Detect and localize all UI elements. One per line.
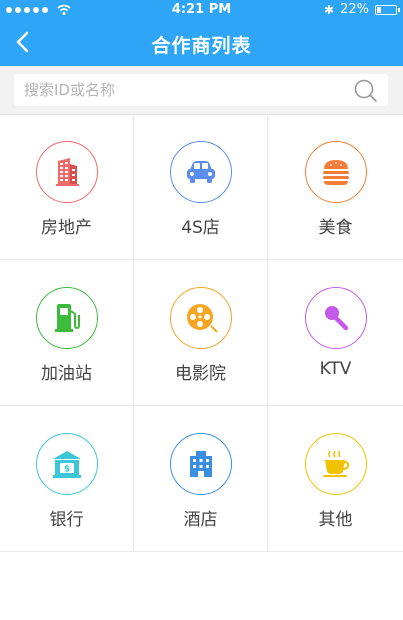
coffee-cup-icon (322, 450, 349, 477)
status-bar: 4:21 PM ✱ 22% (0, 0, 403, 20)
category-ktv[interactable]: KTV (268, 260, 403, 406)
search-input[interactable] (14, 74, 388, 106)
category-label: KTV (319, 359, 352, 379)
category-icon-circle (35, 287, 98, 349)
category-icon-circle: $ (35, 433, 98, 495)
category-icon-circle (169, 141, 232, 203)
hotel-icon (189, 451, 212, 477)
film-reel-icon (186, 304, 218, 333)
gas-pump-icon (54, 304, 80, 332)
category-food[interactable]: 美食 (268, 114, 403, 260)
category-4s-store[interactable]: 4S店 (134, 114, 268, 260)
search-icon[interactable] (353, 78, 379, 104)
category-label: 加油站 (41, 364, 92, 384)
category-icon-circle (304, 433, 367, 495)
building-icon (55, 158, 79, 186)
category-bank[interactable]: $ 银行 (0, 406, 134, 552)
category-label: 美食 (318, 218, 353, 238)
search-bar (0, 66, 403, 115)
svg-text:$: $ (63, 465, 69, 475)
category-label: 银行 (49, 510, 84, 530)
category-label: 4S店 (181, 218, 220, 238)
partner-category-grid: 房地产 4S店 美食 加油站 电影院 KTV $ 银行 酒店 其他 (0, 114, 403, 552)
category-label: 电影院 (175, 364, 226, 384)
microphone-icon (324, 306, 348, 331)
category-label: 酒店 (183, 510, 218, 530)
category-label: 房地产 (41, 218, 92, 238)
category-real-estate[interactable]: 房地产 (0, 114, 134, 260)
bluetooth-icon: ✱ (324, 2, 335, 17)
category-gas-station[interactable]: 加油站 (0, 260, 134, 406)
burger-icon (322, 160, 349, 185)
category-icon-circle (35, 141, 98, 203)
category-other[interactable]: 其他 (268, 406, 403, 552)
category-cinema[interactable]: 电影院 (134, 260, 268, 406)
category-hotel[interactable]: 酒店 (134, 406, 268, 552)
category-icon-circle (304, 287, 367, 349)
page-title: 合作商列表 (151, 35, 252, 57)
battery-level (377, 6, 382, 13)
car-icon (186, 161, 215, 183)
top-bar: 4:21 PM ✱ 22% 合作商列表 (0, 0, 403, 66)
bank-icon: $ (52, 451, 81, 478)
category-label: 其他 (318, 510, 353, 530)
battery-icon (375, 4, 400, 15)
battery-percent: 22% (340, 2, 369, 17)
category-icon-circle (169, 433, 232, 495)
category-icon-circle (304, 141, 367, 203)
category-icon-circle (169, 287, 232, 349)
